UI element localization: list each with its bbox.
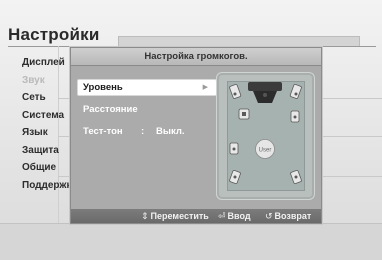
menu-item-level[interactable]: Уровень ▶ xyxy=(78,80,216,95)
listener-label: User xyxy=(259,148,272,154)
bottom-band xyxy=(0,223,382,260)
hint-enter-label: Ввод xyxy=(227,211,251,221)
front-right-speaker-icon xyxy=(289,84,302,99)
front-left-speaker-icon xyxy=(229,84,242,99)
menu-item-separator: : xyxy=(141,126,145,137)
hint-move: ⇕ Переместить xyxy=(141,209,209,223)
hint-back[interactable]: ↺ Возврат xyxy=(265,209,311,223)
tv-icon xyxy=(248,82,282,91)
page-title: Настройки xyxy=(8,25,100,44)
updown-arrows-icon: ⇕ xyxy=(141,211,149,221)
menu-item-label: Тест-тон xyxy=(83,126,123,137)
menu-item-test-tone[interactable]: Тест-тон : Выкл. xyxy=(78,124,216,139)
hint-move-label: Переместить xyxy=(150,211,209,221)
speaker-layout-diagram: User xyxy=(216,72,315,200)
menu-item-distance[interactable]: Расстояние xyxy=(78,102,216,117)
dialog-footer: ⇕ Переместить ⏎ Ввод ↺ Возврат xyxy=(71,209,321,223)
screen: Настройки Дисплей Звук Сеть Система Язык… xyxy=(0,0,382,260)
speaker-layout-graphic: User xyxy=(229,82,302,184)
menu-item-label: Расстояние xyxy=(83,104,138,115)
menu-item-value: Выкл. xyxy=(156,126,185,137)
speaker-settings-dialog: Настройка громкогов. Уровень ▶ Расстояни… xyxy=(70,47,322,224)
enter-icon: ⏎ xyxy=(218,211,226,221)
return-icon: ↺ xyxy=(265,211,273,221)
hint-back-label: Возврат xyxy=(274,211,312,221)
chevron-right-icon: ▶ xyxy=(202,84,208,91)
hint-enter[interactable]: ⏎ Ввод xyxy=(218,209,251,223)
dialog-title: Настройка громкогов. xyxy=(71,48,321,66)
menu-item-label: Уровень xyxy=(83,82,123,93)
